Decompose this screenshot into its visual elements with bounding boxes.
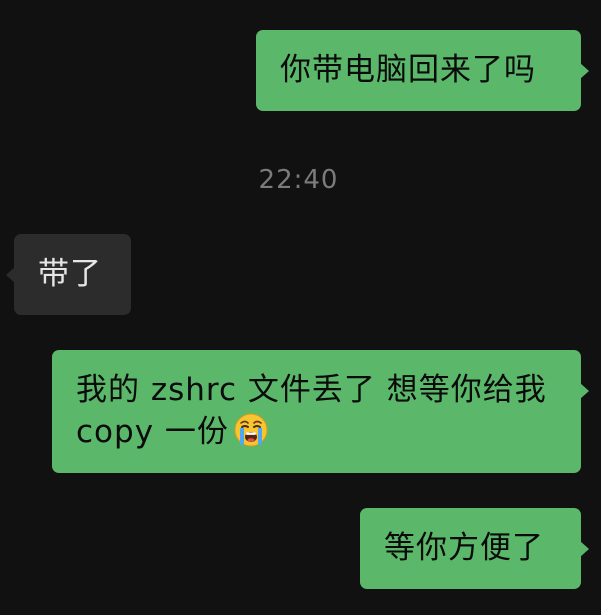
- message-text-line: copy 一份: [76, 414, 229, 450]
- outgoing-message-bubble[interactable]: 我的 zshrc 文件丢了 想等你给我 copy 一份: [52, 350, 589, 473]
- message-text-line-with-emoji: copy 一份: [76, 411, 561, 453]
- message-text: 带了: [38, 256, 102, 292]
- outgoing-message-bubble[interactable]: 等你方便了: [360, 508, 589, 589]
- message-text: 等你方便了: [384, 530, 544, 566]
- message-timestamp: 22:40: [258, 165, 339, 195]
- chat-thread: 你带电脑回来了吗 22:40 带了 我的 zshrc 文件丢了 想等你给我 co…: [0, 0, 601, 615]
- loudly-crying-face-emoji-icon: [233, 412, 269, 448]
- message-text-line: 我的 zshrc 文件丢了 想等你给我: [76, 372, 547, 408]
- incoming-message-bubble[interactable]: 带了: [6, 234, 131, 315]
- outgoing-message-bubble[interactable]: 你带电脑回来了吗: [256, 30, 589, 111]
- message-text: 你带电脑回来了吗: [280, 52, 536, 88]
